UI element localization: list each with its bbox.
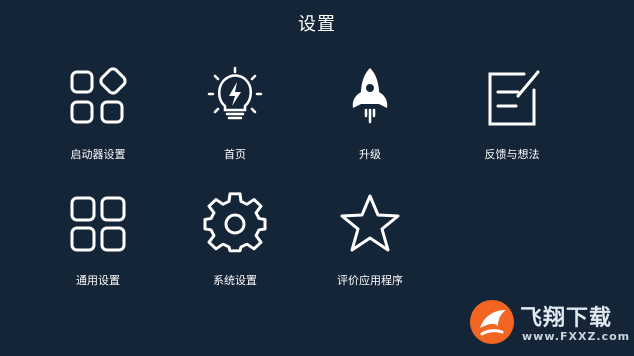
rocket-icon [352,68,388,124]
tile-label: 评价应用程序 [337,274,403,287]
watermark-logo-icon [470,300,514,344]
tile-label: 系统设置 [213,274,257,287]
watermark-url: www.FXXZ.com [522,330,631,343]
tile-label: 反馈与想法 [484,148,540,161]
tile-general-settings[interactable]: 通用设置 [38,192,158,312]
lightbulb-icon [207,66,263,120]
grid-icon [70,196,126,252]
tile-launcher-settings[interactable]: 启动器设置 [38,66,158,186]
tile-system-settings[interactable]: 系统设置 [175,192,295,312]
gear-icon [203,192,267,253]
feedback-edit-icon [488,70,540,126]
tile-label: 通用设置 [76,274,120,287]
tile-rate-app[interactable]: 评价应用程序 [310,192,430,312]
watermark-text: 飞翔下载 [520,306,613,331]
tile-label: 启动器设置 [70,148,126,161]
tile-label: 首页 [224,148,246,161]
tile-label: 升级 [359,148,381,161]
launcher-grid-icon [70,67,127,124]
site-watermark: 飞翔下载 www.FXXZ.com [468,298,631,350]
tile-feedback[interactable]: 反馈与想法 [452,66,572,186]
star-icon [340,194,400,252]
tile-home[interactable]: 首页 [175,66,295,186]
tile-upgrade[interactable]: 升级 [310,66,430,186]
